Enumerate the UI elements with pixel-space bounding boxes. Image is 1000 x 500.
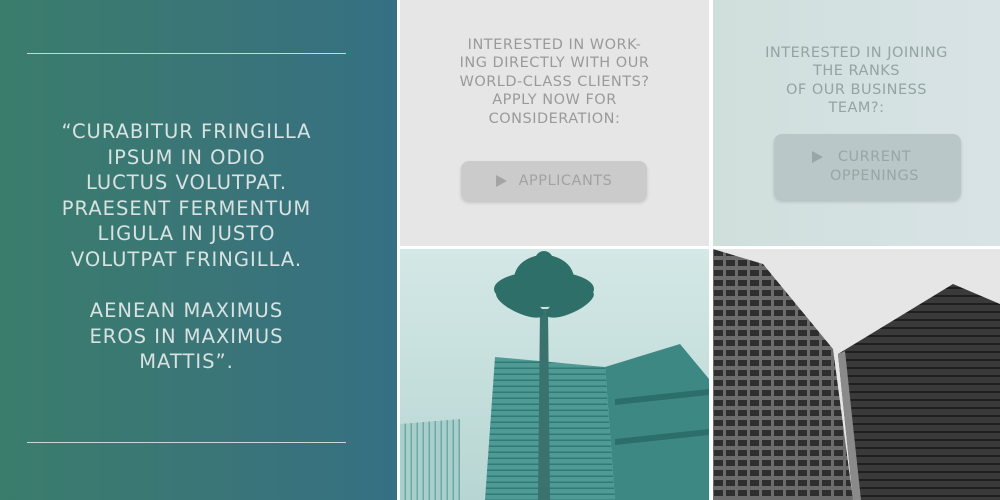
team-card: INTERESTED IN JOINING THE RANKS OF OUR B… <box>713 0 1000 246</box>
current-openings-button-label: CURRENT OPPENINGS <box>830 149 919 184</box>
skyscrapers-image <box>713 249 1000 500</box>
applicants-button-label: APPLICANTS <box>518 173 613 189</box>
palm-tree-building-image <box>400 249 709 500</box>
current-openings-button[interactable]: CURRENT OPPENINGS <box>774 134 961 200</box>
applicants-button[interactable]: APPLICANTS <box>461 161 647 201</box>
top-divider <box>27 53 346 54</box>
testimonial-quote: “CURABITUR FRINGILLA IPSUM IN ODIO LUCTU… <box>61 120 312 374</box>
city-buildings-photo <box>713 249 1000 500</box>
team-heading: INTERESTED IN JOINING THE RANKS OF OUR B… <box>765 45 948 117</box>
quote-panel: “CURABITUR FRINGILLA IPSUM IN ODIO LUCTU… <box>0 0 397 500</box>
palm-tree-photo <box>400 249 709 500</box>
applicants-heading: INTERESTED IN WORK- ING DIRECTLY WITH OU… <box>459 37 650 127</box>
applicants-card: INTERESTED IN WORK- ING DIRECTLY WITH OU… <box>400 0 709 246</box>
play-icon <box>495 175 507 187</box>
bottom-divider <box>27 442 346 443</box>
